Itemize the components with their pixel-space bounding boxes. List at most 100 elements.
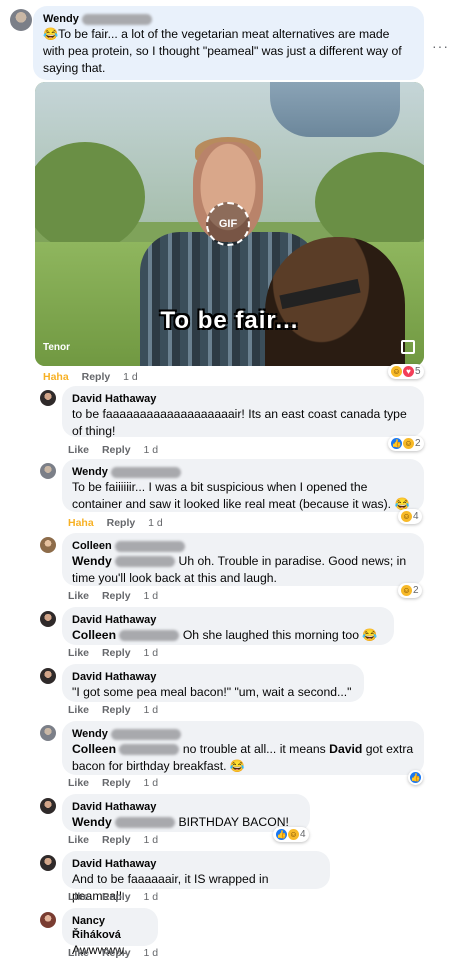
- comment-text: To be faiiiiiir... I was a bit suspiciou…: [72, 480, 410, 511]
- avatar[interactable]: [40, 668, 56, 684]
- comment-actions: Haha Reply 1 d: [43, 371, 148, 383]
- gif-caption: To be fair...: [160, 307, 299, 334]
- reaction-summary[interactable]: ☺ ♥ 5: [388, 364, 424, 379]
- reply-button[interactable]: Reply: [107, 517, 136, 529]
- timestamp[interactable]: 1 d: [143, 704, 158, 716]
- like-button[interactable]: Like: [68, 647, 89, 659]
- gif-badge[interactable]: GIF: [206, 202, 250, 246]
- timestamp[interactable]: 1 d: [143, 590, 158, 602]
- mention[interactable]: Colleen: [72, 628, 116, 642]
- reaction-summary[interactable]: ☺ 2: [398, 583, 422, 598]
- avatar[interactable]: [40, 537, 56, 553]
- mention[interactable]: Colleen: [72, 742, 116, 756]
- reaction-summary[interactable]: 👍: [408, 770, 423, 785]
- timestamp[interactable]: 1 d: [148, 517, 163, 529]
- timestamp[interactable]: 1 d: [143, 891, 158, 903]
- comment-text: Wendy BIRTHDAY BACON!: [72, 815, 289, 829]
- reply-button[interactable]: Reply: [102, 444, 131, 456]
- comment-text: to be faaaaaaaaaaaaaaaaaaair! Its an eas…: [72, 407, 407, 438]
- avatar[interactable]: [40, 611, 56, 627]
- comment-actions: Like Reply 1 d: [68, 777, 168, 789]
- comment-actions: Like Reply 1 d: [68, 647, 168, 659]
- comment-bubble: David Hathaway And to be faaaaaair, it I…: [62, 851, 330, 903]
- reply-button[interactable]: Reply: [102, 704, 131, 716]
- like-icon: 👍: [391, 438, 402, 449]
- comment-actions: Like Reply 1 d: [68, 891, 168, 903]
- reaction-summary[interactable]: 👍 ☺ 2: [388, 436, 424, 451]
- haha-icon: ☺: [401, 511, 412, 522]
- haha-icon: ☺: [288, 829, 299, 840]
- avatar[interactable]: [40, 798, 56, 814]
- avatar[interactable]: [40, 463, 56, 479]
- mention[interactable]: Wendy: [72, 815, 112, 829]
- comment-text: Colleen no trouble at all... it means Da…: [72, 742, 414, 773]
- like-button[interactable]: Like: [68, 777, 89, 789]
- like-button[interactable]: Like: [68, 444, 89, 456]
- like-icon: 👍: [410, 772, 421, 783]
- like-button[interactable]: Like: [68, 834, 89, 846]
- comment-actions: Like Reply 1 d: [68, 444, 168, 456]
- like-button[interactable]: Like: [68, 704, 89, 716]
- share-icon[interactable]: [401, 340, 415, 354]
- comment-actions: Like Reply 1 d: [68, 704, 168, 716]
- reply-button[interactable]: Reply: [102, 647, 131, 659]
- reaction-summary[interactable]: 👍 ☺ 4: [273, 827, 309, 842]
- comment-author[interactable]: Colleen: [72, 539, 414, 553]
- timestamp[interactable]: 1 d: [143, 444, 158, 456]
- comment-author[interactable]: David Hathaway: [72, 857, 320, 871]
- avatar[interactable]: [10, 9, 32, 31]
- comment-text: Wendy Uh oh. Trouble in paradise. Good n…: [72, 554, 407, 585]
- comment-bubble: David Hathaway to be faaaaaaaaaaaaaaaaaa…: [62, 386, 424, 438]
- reply-button[interactable]: Reply: [102, 834, 131, 846]
- timestamp[interactable]: 1 d: [143, 947, 158, 959]
- comment-author[interactable]: David Hathaway: [72, 613, 384, 627]
- reaction-summary[interactable]: ☺ 4: [398, 509, 422, 524]
- haha-icon: ☺: [403, 438, 414, 449]
- comment-bubble: David Hathaway "I got some pea meal baco…: [62, 664, 364, 702]
- reply-button[interactable]: Reply: [102, 777, 131, 789]
- comment-actions: Like Reply 1 d: [68, 947, 168, 959]
- comment-author[interactable]: Wendy: [43, 12, 414, 26]
- comment-actions: Like Reply 1 d: [68, 590, 168, 602]
- comment-author[interactable]: Wendy: [72, 727, 414, 741]
- mention[interactable]: Wendy: [72, 554, 112, 568]
- comment-author[interactable]: Nancy Řiháková: [72, 914, 148, 942]
- like-button[interactable]: Like: [68, 590, 89, 602]
- gif-attachment[interactable]: GIF To be fair... Tenor: [35, 82, 424, 366]
- avatar[interactable]: [40, 912, 56, 928]
- comment-bubble: Wendy Colleen no trouble at all... it me…: [62, 721, 424, 775]
- comment-text: 😂To be fair... a lot of the vegetarian m…: [43, 27, 402, 75]
- timestamp[interactable]: 1 d: [143, 777, 158, 789]
- mention[interactable]: David: [329, 742, 362, 756]
- avatar[interactable]: [40, 725, 56, 741]
- like-button[interactable]: Like: [68, 891, 89, 903]
- haha-icon: ☺: [401, 585, 412, 596]
- comment-text: "I got some pea meal bacon!" "um, wait a…: [72, 685, 352, 699]
- like-icon: 👍: [276, 829, 287, 840]
- comment-author[interactable]: Wendy: [72, 465, 414, 479]
- reply-button[interactable]: Reply: [102, 891, 131, 903]
- timestamp[interactable]: 1 d: [143, 647, 158, 659]
- timestamp[interactable]: 1 d: [143, 834, 158, 846]
- comment-actions: Like Reply 1 d: [68, 834, 168, 846]
- timestamp[interactable]: 1 d: [123, 371, 138, 383]
- comment-bubble: David Hathaway Wendy BIRTHDAY BACON!: [62, 794, 310, 832]
- comment-bubble: Colleen Wendy Uh oh. Trouble in paradise…: [62, 533, 424, 586]
- more-options-icon[interactable]: ···: [432, 38, 449, 54]
- gif-provider: Tenor: [43, 342, 71, 353]
- comment-author[interactable]: David Hathaway: [72, 392, 414, 406]
- avatar[interactable]: [40, 390, 56, 406]
- like-button[interactable]: Like: [68, 947, 89, 959]
- reaction-button[interactable]: Haha: [43, 371, 69, 383]
- comment-author[interactable]: David Hathaway: [72, 670, 354, 684]
- reaction-button[interactable]: Haha: [68, 517, 94, 529]
- comment-bubble: Nancy Řiháková Awwwww.: [62, 908, 158, 957]
- comment-author[interactable]: David Hathaway: [72, 800, 300, 814]
- avatar[interactable]: [40, 855, 56, 871]
- comment-bubble: Wendy 😂To be fair... a lot of the vegeta…: [33, 6, 424, 80]
- comment-bubble: David Hathaway Colleen Oh she laughed th…: [62, 607, 394, 645]
- reply-button[interactable]: Reply: [102, 590, 131, 602]
- reply-button[interactable]: Reply: [82, 371, 111, 383]
- reply-button[interactable]: Reply: [102, 947, 131, 959]
- haha-icon: ☺: [391, 366, 402, 377]
